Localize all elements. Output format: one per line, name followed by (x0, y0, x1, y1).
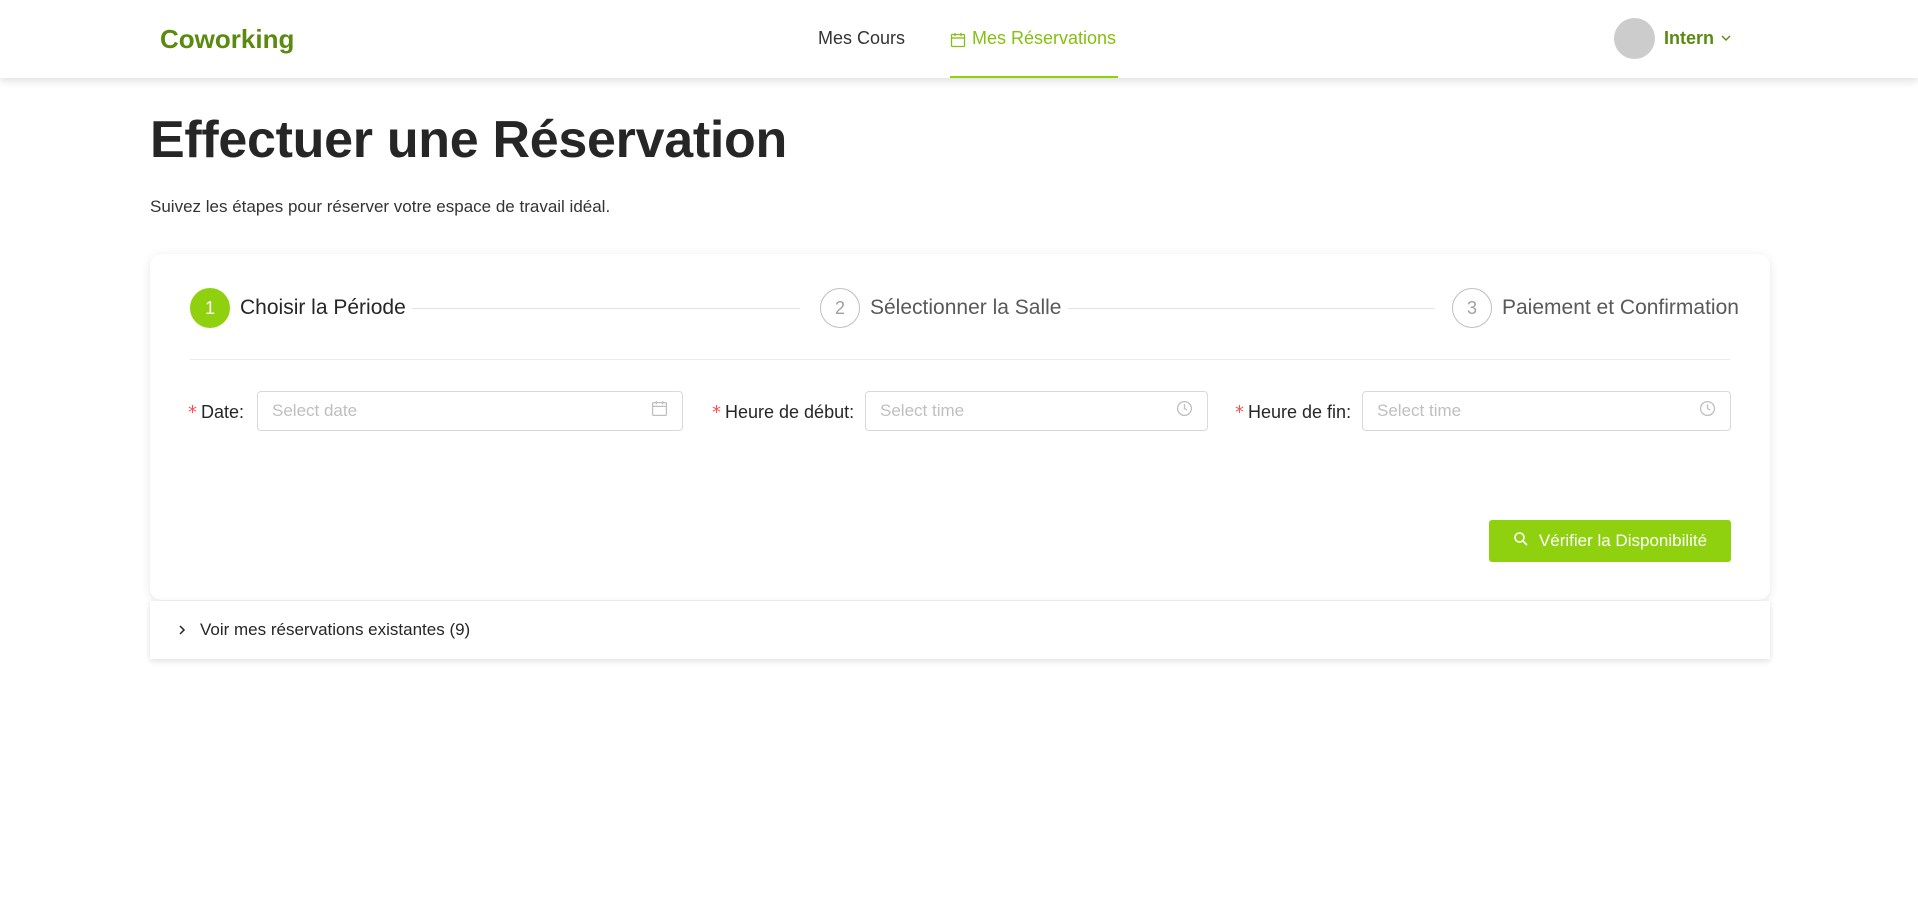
page-title: Effectuer une Réservation (150, 111, 787, 169)
nav-mes-reservations-label: Mes Réservations (972, 28, 1117, 48)
chevron-right-icon[interactable] (174, 624, 190, 636)
user-name: Intern (1664, 28, 1715, 48)
divider (190, 359, 1730, 360)
date-input[interactable] (272, 401, 589, 421)
step-2-label: Sélectionner la Salle (870, 296, 1062, 319)
user-menu[interactable]: Intern (1664, 28, 1732, 49)
nav-mes-reservations[interactable]: Mes Réservations (950, 28, 1119, 78)
steps: 1 Choisir la Période 2 Sélectionner la S… (190, 288, 1739, 330)
required-mark: * (1235, 402, 1244, 423)
top-header: Coworking Mes Cours Mes Réservations Int… (0, 0, 1918, 78)
date-label: * Date: (188, 402, 245, 423)
step-1: 1 Choisir la Période (190, 288, 406, 328)
step-3-number: 3 (1452, 288, 1492, 328)
start-time-input[interactable] (880, 401, 1131, 421)
end-time-input[interactable] (1377, 401, 1649, 421)
step-connector (412, 308, 800, 309)
end-time-label: * Heure de fin: (1235, 402, 1352, 423)
step-3: 3 Paiement et Confirmation (1452, 288, 1739, 328)
step-2: 2 Sélectionner la Salle (820, 288, 1061, 328)
clock-icon[interactable] (1699, 400, 1716, 422)
brand-logo[interactable]: Coworking (160, 24, 294, 55)
step-1-number: 1 (190, 288, 230, 328)
required-mark: * (712, 402, 721, 423)
check-availability-button[interactable]: Vérifier la Disponibilité (1489, 520, 1731, 562)
step-2-number: 2 (820, 288, 860, 328)
avatar[interactable] (1614, 18, 1655, 59)
chevron-down-icon (1720, 28, 1732, 49)
start-time-picker[interactable] (865, 391, 1208, 431)
search-icon (1513, 531, 1529, 552)
step-connector (1068, 308, 1434, 309)
check-availability-label: Vérifier la Disponibilité (1538, 531, 1708, 550)
required-mark: * (188, 402, 197, 423)
step-3-label: Paiement et Confirmation (1502, 296, 1739, 319)
nav-mes-cours[interactable]: Mes Cours (818, 28, 905, 78)
step-1-label: Choisir la Période (240, 296, 406, 319)
existing-reservations-panel[interactable]: Voir mes réservations existantes (9) (150, 601, 1770, 659)
end-time-picker[interactable] (1362, 391, 1731, 431)
calendar-icon (950, 28, 966, 53)
clock-icon[interactable] (1176, 400, 1193, 422)
page-subtitle: Suivez les étapes pour réserver votre es… (150, 197, 611, 216)
date-picker[interactable] (257, 391, 683, 431)
calendar-icon[interactable] (651, 400, 668, 422)
reservation-card: 1 Choisir la Période 2 Sélectionner la S… (150, 254, 1770, 600)
existing-reservations-label: Voir mes réservations existantes (9) (200, 620, 471, 639)
start-time-label: * Heure de début: (712, 402, 855, 423)
